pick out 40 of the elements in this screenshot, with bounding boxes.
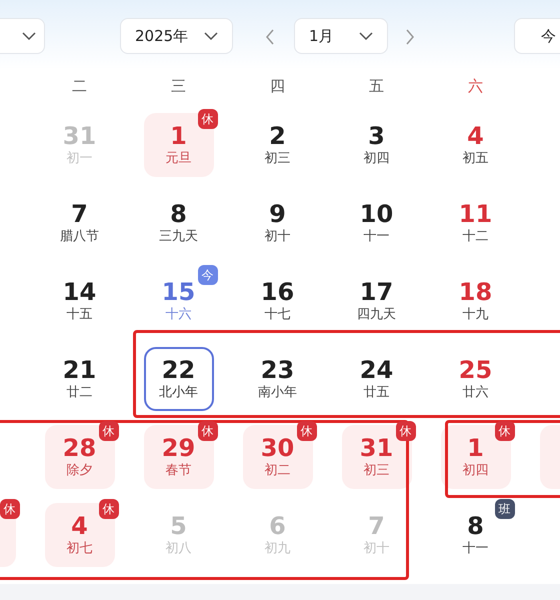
day-cell[interactable]: 25 廿六 — [440, 347, 510, 411]
next-icon[interactable] — [405, 29, 415, 45]
day-cell[interactable]: 8 三九天 — [144, 191, 214, 255]
selected-day-cell[interactable]: 22 北小年 — [144, 347, 214, 411]
day-cell[interactable]: 17 四九天 — [342, 269, 412, 333]
weekday-label: 三 — [171, 76, 186, 97]
chevron-down-icon — [204, 32, 218, 40]
status-badge: 休 — [98, 499, 118, 519]
day-cell[interactable]: 2 初三 — [242, 113, 312, 177]
status-badge: 休 — [396, 421, 416, 441]
chevron-down-icon — [22, 32, 36, 40]
status-badge: 休 — [198, 421, 218, 441]
status-badge: 休 — [98, 421, 118, 441]
weekday-label: 四 — [270, 76, 285, 97]
day-cell[interactable]: 11 十二 — [440, 191, 510, 255]
day-cell[interactable]: 21 廿二 — [44, 347, 114, 411]
weekday-label: 二 — [72, 76, 87, 97]
day-cell[interactable]: 4 初五 — [440, 113, 510, 177]
status-badge: 班 — [494, 499, 514, 519]
day-cell[interactable]: 23 南小年 — [242, 347, 312, 411]
day-cell[interactable]: 7 腊八节 — [44, 191, 114, 255]
day-cell[interactable]: 14 十五 — [44, 269, 114, 333]
status-badge: 今 — [198, 265, 218, 285]
chevron-down-icon — [359, 32, 373, 40]
status-badge: 休 — [494, 421, 514, 441]
day-cell[interactable]: 10 十一 — [342, 191, 412, 255]
previous-icon[interactable] — [265, 29, 275, 45]
status-badge: 休 — [198, 109, 218, 129]
weekday-label: 六 — [468, 76, 483, 97]
year-dropdown[interactable]: 2025年 — [120, 18, 233, 54]
status-badge: 休 — [0, 499, 20, 519]
day-cell[interactable]: 18 十九 — [440, 269, 510, 333]
weekday-label: 五 — [369, 76, 384, 97]
day-cell[interactable]: 16 十七 — [242, 269, 312, 333]
day-cell[interactable]: 24 廿五 — [342, 347, 412, 411]
status-badge: 休 — [296, 421, 316, 441]
today-button[interactable]: 今 — [514, 18, 560, 54]
month-dropdown[interactable]: 1月 — [294, 18, 388, 54]
day-cell[interactable]: 3 初四 — [342, 113, 412, 177]
day-cell[interactable]: 9 初十 — [242, 191, 312, 255]
